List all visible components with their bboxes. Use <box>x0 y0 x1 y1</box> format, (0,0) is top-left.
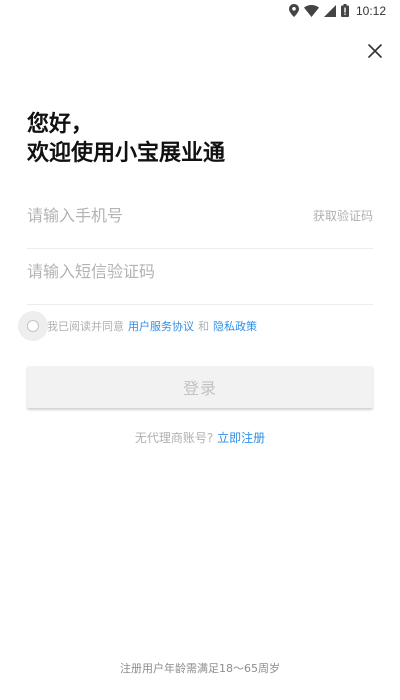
greeting-line-1: 您好， <box>27 112 94 137</box>
status-icons: 10:12 <box>288 2 386 21</box>
close-button[interactable] <box>364 41 386 63</box>
sms-code-field <box>27 240 373 305</box>
greeting-line-2: 欢迎使用小宝展业通 <box>27 141 226 166</box>
wifi-icon <box>303 2 319 21</box>
register-hint: 无代理商账号? <box>134 431 214 445</box>
status-bar: 10:12 <box>0 0 400 22</box>
agreement-prefix: 我已阅读并同意 <box>47 320 124 333</box>
close-icon <box>368 43 382 62</box>
login-button[interactable]: 登录 <box>27 366 373 408</box>
radio-circle-icon <box>27 320 39 332</box>
age-requirement-note: 注册用户年龄需满足18～65周岁 <box>120 662 280 675</box>
agreement-and: 和 <box>198 320 209 333</box>
sms-code-input[interactable] <box>27 256 277 286</box>
status-time: 10:12 <box>355 4 386 18</box>
register-row: 无代理商账号? 立即注册 <box>0 429 400 446</box>
phone-input[interactable] <box>27 200 277 230</box>
register-link[interactable]: 立即注册 <box>217 431 265 445</box>
greeting-title: 您好， 欢迎使用小宝展业通 <box>27 110 225 168</box>
get-code-button[interactable]: 获取验证码 <box>313 207 373 224</box>
agreement-row: 我已阅读并同意 用户服务协议 和 隐私政策 <box>18 311 261 341</box>
signal-icon <box>323 2 336 21</box>
service-agreement-link[interactable]: 用户服务协议 <box>128 318 194 334</box>
privacy-policy-link[interactable]: 隐私政策 <box>213 318 257 334</box>
location-icon <box>288 2 299 21</box>
battery-icon <box>340 2 349 21</box>
agreement-checkbox[interactable] <box>18 311 48 341</box>
